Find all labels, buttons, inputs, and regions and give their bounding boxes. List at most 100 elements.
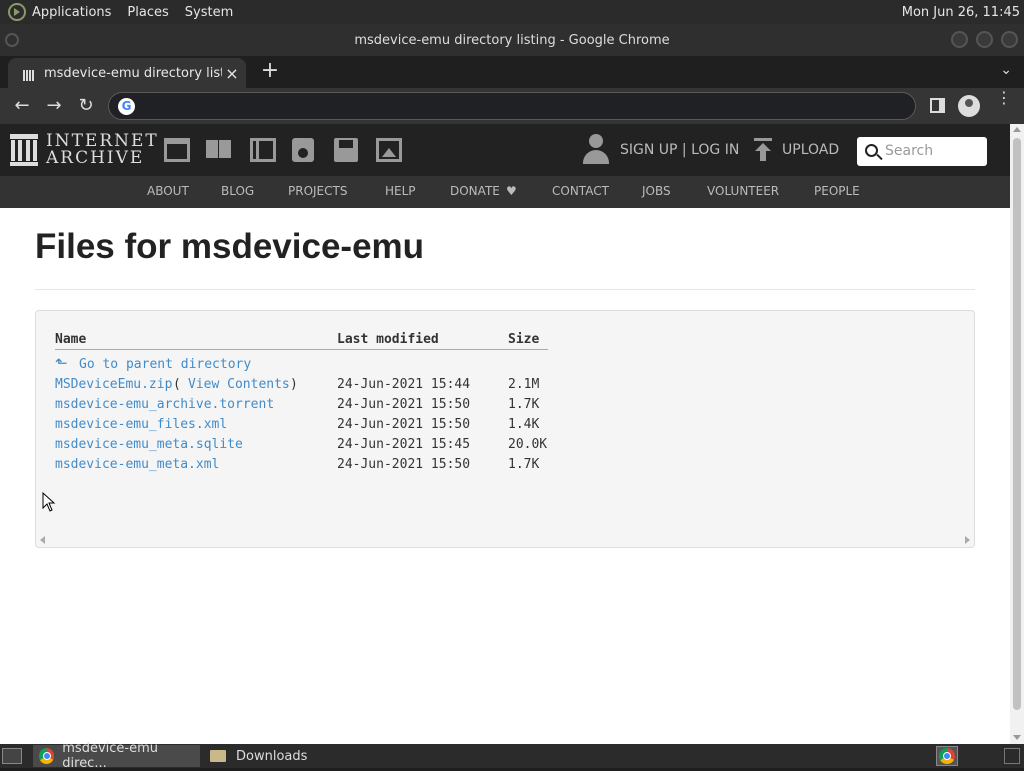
nav-people[interactable]: PEOPLE (814, 184, 860, 198)
parent-directory-link[interactable]: Go to parent directory (79, 357, 251, 372)
search-input[interactable] (885, 142, 981, 160)
file-link[interactable]: msdevice-emu_meta.sqlite (55, 437, 243, 452)
browser-menu-icon[interactable]: ⋮ (996, 90, 1012, 106)
table-row: msdevice-emu_files.xml 24-Jun-2021 15:50… (36, 417, 976, 437)
menu-system[interactable]: System (185, 5, 233, 20)
clock[interactable]: Mon Jun 26, 11:45 (902, 5, 1020, 20)
upload-icon[interactable] (752, 138, 774, 162)
bottom-taskbar: msdevice-emu direc... Downloads (0, 741, 1024, 771)
nav-donate[interactable]: DONATE (450, 184, 500, 198)
file-link[interactable]: msdevice-emu_archive.torrent (55, 397, 274, 412)
chrome-icon (39, 748, 55, 764)
scroll-up-icon[interactable] (1013, 127, 1021, 132)
minimize-button[interactable] (951, 31, 968, 48)
taskbar-item-downloads[interactable]: Downloads (204, 745, 364, 767)
file-modified: 24-Jun-2021 15:50 (337, 417, 471, 432)
side-panel-icon[interactable] (930, 98, 945, 113)
browser-tab[interactable]: msdevice-emu directory listing × (8, 58, 246, 88)
reload-button[interactable]: ↻ (74, 94, 98, 118)
mouse-cursor-icon (42, 492, 56, 512)
search-icon[interactable] (865, 144, 878, 157)
page-title: Files for msdevice-emu (35, 227, 425, 266)
tab-title: msdevice-emu directory listing (44, 65, 222, 81)
site-search[interactable] (857, 137, 987, 166)
horizontal-scrollbar[interactable] (36, 533, 974, 547)
menu-applications[interactable]: Applications (32, 5, 111, 20)
scroll-down-icon[interactable] (1013, 735, 1021, 740)
user-icon[interactable] (582, 134, 610, 166)
scrollbar-thumb[interactable] (1013, 138, 1021, 710)
archive-favicon-icon (20, 65, 36, 81)
nav-jobs[interactable]: JOBS (642, 184, 671, 198)
window-title: msdevice-emu directory listing - Google … (354, 32, 670, 48)
page-viewport: INTERNET ARCHIVE SIGN UP | LOG IN UPLOAD… (0, 124, 1024, 744)
window-menu-icon[interactable] (5, 33, 19, 47)
desktop-top-panel: Applications Places System Mon Jun 26, 1… (0, 0, 1024, 24)
nav-contact[interactable]: CONTACT (552, 184, 609, 198)
paren-close: ) (290, 377, 298, 392)
tab-search-chevron-icon[interactable]: ⌄ (1000, 62, 1012, 78)
parent-directory-row: ⬑ Go to parent directory (36, 354, 976, 377)
file-size: 1.7K (508, 397, 540, 412)
heart-icon[interactable]: ♥ (506, 184, 517, 198)
scroll-right-icon[interactable] (965, 536, 970, 544)
view-contents-link[interactable]: View Contents (188, 377, 290, 392)
maximize-button[interactable] (976, 31, 993, 48)
ia-header: INTERNET ARCHIVE SIGN UP | LOG IN UPLOAD (0, 124, 1010, 176)
file-modified: 24-Jun-2021 15:50 (337, 457, 471, 472)
menu-places[interactable]: Places (127, 5, 168, 20)
software-floppy-icon[interactable] (334, 138, 358, 162)
directory-listing: Name Last modified Size ⬑ Go to parent d… (35, 310, 975, 548)
table-row: msdevice-emu_meta.xml 24-Jun-2021 15:50 … (36, 457, 976, 477)
nav-projects[interactable]: PROJECTS (288, 184, 347, 198)
file-link[interactable]: msdevice-emu_meta.xml (55, 457, 219, 472)
tab-close-icon[interactable]: × (222, 64, 242, 83)
folder-icon (210, 750, 226, 762)
nav-about[interactable]: ABOUT (147, 184, 189, 198)
file-modified: 24-Jun-2021 15:50 (337, 397, 471, 412)
internet-archive-logo-icon[interactable] (10, 134, 38, 166)
google-icon: G (118, 98, 135, 115)
video-film-icon[interactable] (250, 138, 276, 162)
tray-workspace-icon[interactable] (1004, 748, 1020, 764)
images-icon[interactable] (376, 138, 402, 162)
file-link[interactable]: MSDeviceEmu.zip (55, 377, 172, 392)
web-icon[interactable] (164, 138, 190, 162)
browser-toolbar: ← → ↻ G ⋮ (0, 88, 1024, 124)
url-input[interactable] (143, 96, 903, 116)
show-desktop-icon[interactable] (2, 748, 22, 764)
file-modified: 24-Jun-2021 15:44 (337, 377, 471, 392)
column-header-size: Size (508, 332, 540, 347)
taskbar-item-label: Downloads (236, 748, 308, 764)
taskbar-item-chrome[interactable]: msdevice-emu direc... (33, 741, 200, 771)
signup-login-link[interactable]: SIGN UP | LOG IN (620, 142, 739, 158)
divider (35, 289, 975, 290)
tray-chrome-icon[interactable] (936, 746, 958, 766)
table-row: MSDeviceEmu.zip ( View Contents ) 24-Jun… (36, 377, 976, 397)
file-link[interactable]: msdevice-emu_files.xml (55, 417, 227, 432)
close-window-button[interactable] (1001, 31, 1018, 48)
nav-volunteer[interactable]: VOLUNTEER (707, 184, 779, 198)
file-modified: 24-Jun-2021 15:45 (337, 437, 471, 452)
forward-button[interactable]: → (42, 94, 66, 118)
file-size: 1.7K (508, 457, 540, 472)
back-button[interactable]: ← (10, 94, 34, 118)
taskbar-item-label: msdevice-emu direc... (62, 741, 158, 771)
nav-blog[interactable]: BLOG (221, 184, 254, 198)
table-row: msdevice-emu_archive.torrent 24-Jun-2021… (36, 397, 976, 417)
audio-speaker-icon[interactable] (292, 138, 314, 162)
texts-book-icon[interactable] (206, 138, 232, 162)
address-bar[interactable]: G (108, 92, 916, 120)
window-titlebar[interactable]: msdevice-emu directory listing - Google … (0, 24, 1024, 56)
scroll-left-icon[interactable] (40, 536, 45, 544)
nav-help[interactable]: HELP (385, 184, 416, 198)
upload-link[interactable]: UPLOAD (782, 142, 839, 158)
paren-open: ( (173, 377, 181, 392)
up-arrow-icon[interactable]: ⬑ (55, 354, 68, 372)
tab-strip: msdevice-emu directory listing × + ⌄ (0, 56, 1024, 88)
profile-avatar-icon[interactable] (958, 95, 980, 117)
vertical-scrollbar[interactable] (1010, 124, 1024, 744)
ia-logo-text[interactable]: INTERNET ARCHIVE (46, 133, 159, 167)
distro-logo-icon[interactable] (8, 3, 26, 21)
new-tab-button[interactable]: + (258, 60, 282, 84)
